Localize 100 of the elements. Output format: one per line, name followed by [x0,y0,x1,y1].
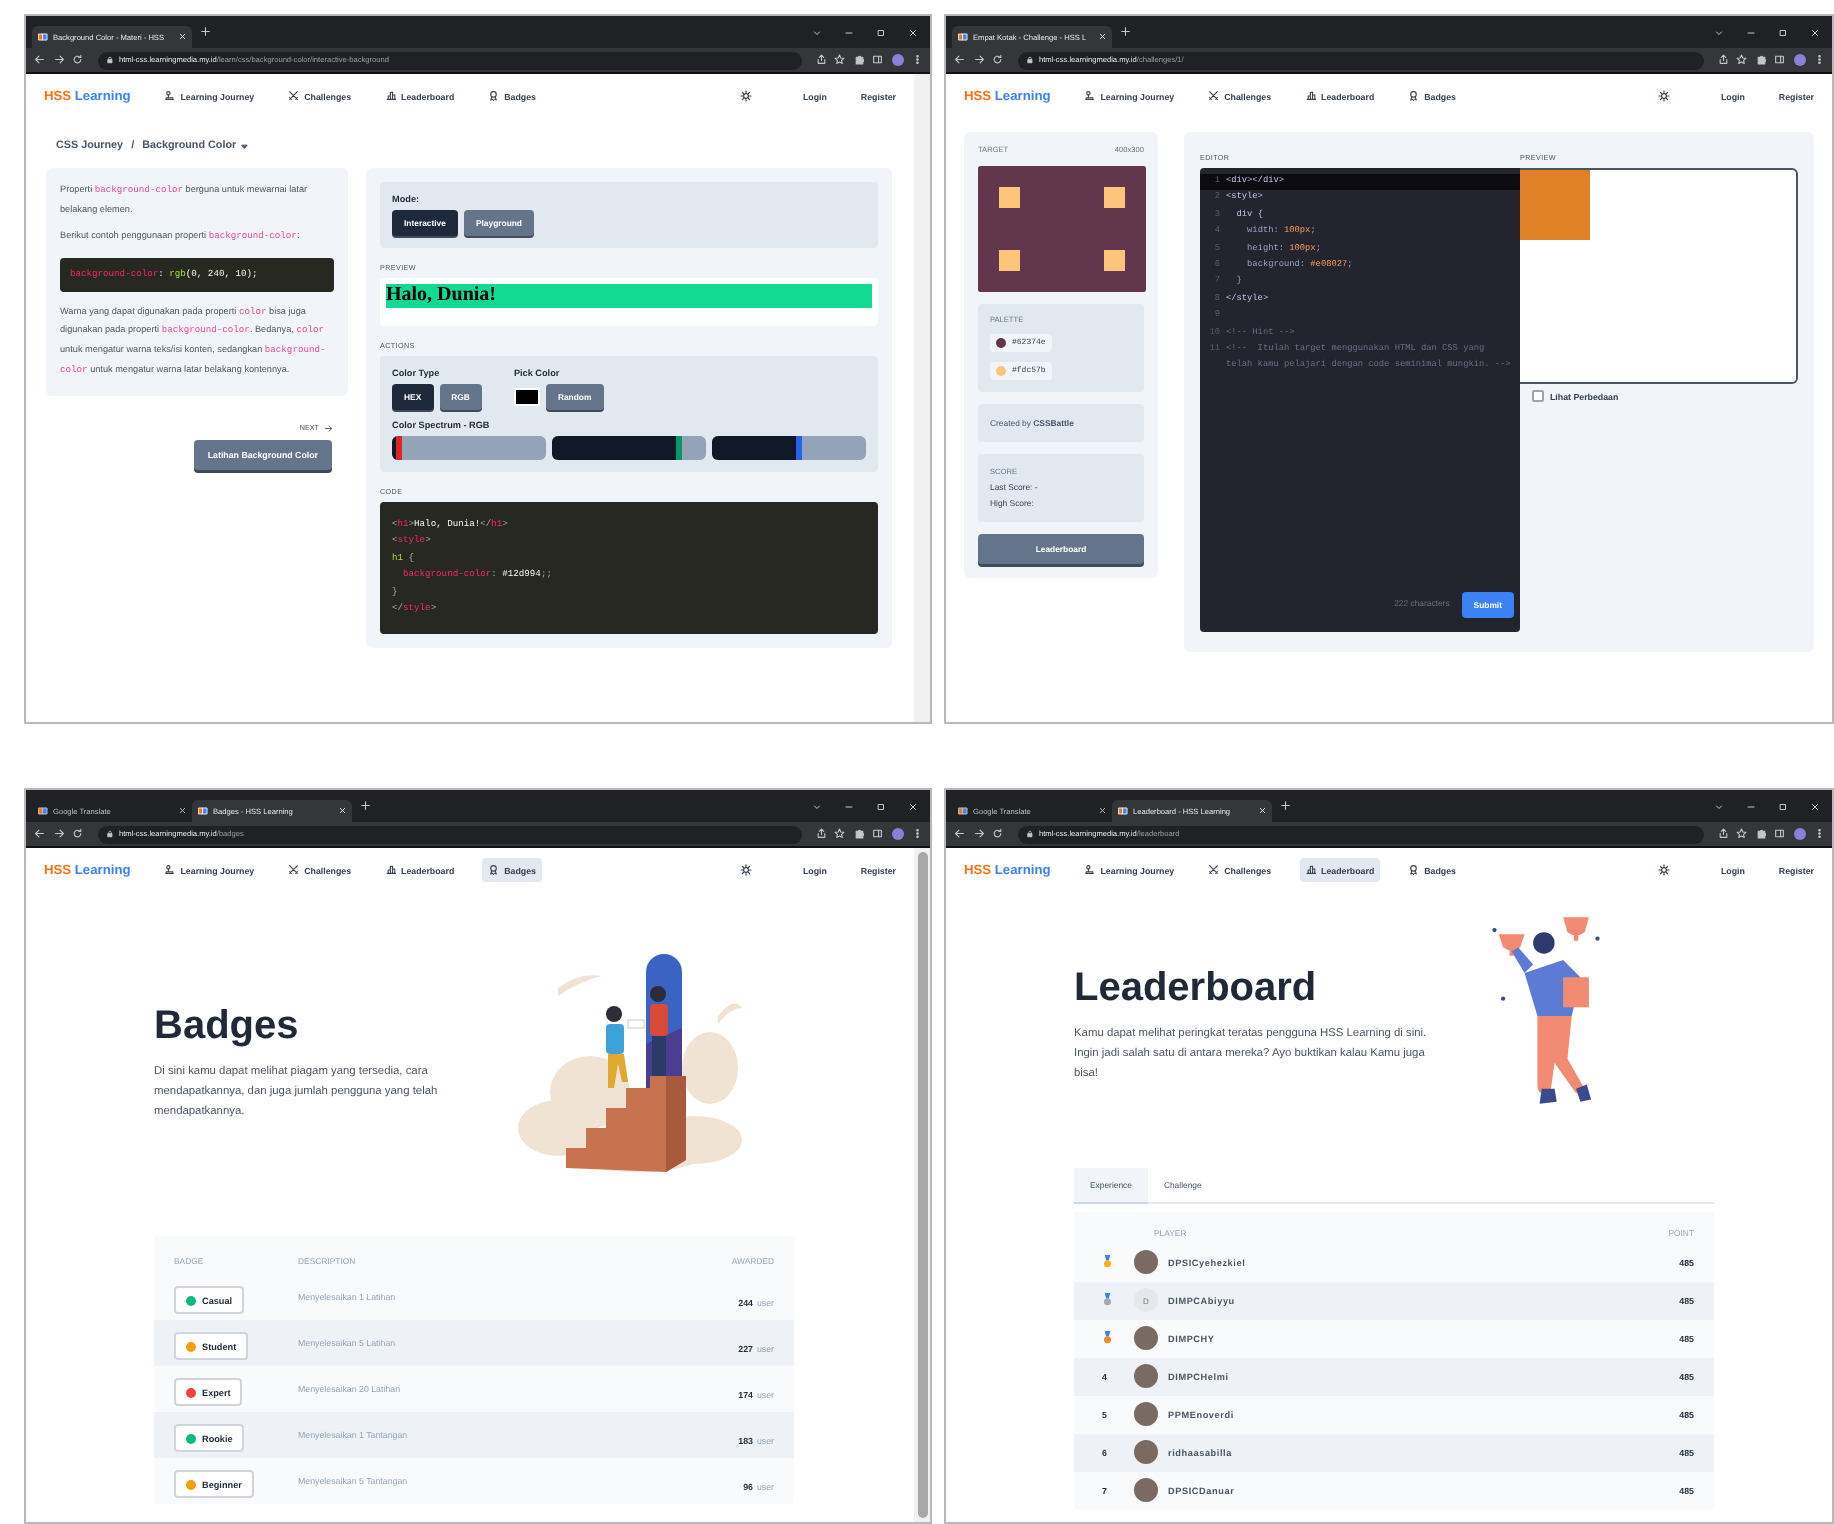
profile-avatar[interactable] [891,828,903,840]
close-icon[interactable] [1810,27,1820,37]
page-title: Badges [154,1002,301,1050]
crossed-swords-icon [288,90,300,102]
slider-thumb[interactable] [795,436,802,460]
slider-thumb[interactable] [676,436,683,460]
square-shape [1520,170,1590,240]
checkbox[interactable] [1532,390,1544,402]
close-icon[interactable] [1810,801,1820,811]
minimize-icon[interactable] [1746,801,1756,811]
scrollbar[interactable] [914,74,930,722]
profile-avatar[interactable] [891,54,903,66]
forward-icon[interactable] [973,828,984,840]
crossed-swords-icon [1208,90,1220,102]
menu-icon[interactable] [1813,828,1824,840]
menu-icon[interactable] [911,54,922,66]
favicon-icon [958,32,968,42]
sidebar-icon[interactable] [872,828,883,840]
sun-icon[interactable] [1658,864,1671,876]
star-icon[interactable] [1736,54,1747,66]
caret-icon [240,141,250,151]
star-icon[interactable] [834,828,845,840]
color-swatch[interactable] [513,388,540,406]
sun-icon[interactable] [740,864,753,876]
crossed-swords-icon [288,864,300,876]
star-icon[interactable] [834,54,845,66]
share-icon[interactable] [1717,828,1728,840]
lock-icon[interactable] [1025,830,1033,838]
close-tab-icon[interactable] [1097,806,1106,816]
sun-icon[interactable] [1658,90,1671,102]
avatar [1134,1478,1158,1502]
desk-person-icon [1084,864,1096,876]
puzzle-icon[interactable] [1755,54,1766,66]
avatar [1134,1250,1158,1274]
menu-icon[interactable] [1813,54,1824,66]
profile-avatar[interactable] [1793,828,1805,840]
medal-ribbon-icon [1408,864,1420,876]
page-title: Leaderboard [1074,964,1319,1012]
arrow-right-icon [323,424,332,434]
slider-track[interactable] [392,436,546,460]
new-tab-icon[interactable] [1280,800,1291,812]
bar-chart-icon [385,90,397,102]
chevron-down-icon[interactable] [1714,801,1724,811]
back-icon[interactable] [954,54,965,66]
avatar [1134,1402,1158,1426]
forward-icon[interactable] [53,54,64,66]
puzzle-icon[interactable] [853,828,864,840]
maximize-icon[interactable] [1778,801,1788,811]
back-icon[interactable] [954,828,965,840]
profile-avatar[interactable] [1793,54,1805,66]
puzzle-icon[interactable] [1755,828,1766,840]
share-icon[interactable] [1717,54,1728,66]
reload-icon[interactable] [72,54,83,66]
minimize-icon[interactable] [844,801,854,811]
sun-icon[interactable] [740,90,753,102]
close-tab-icon[interactable] [177,806,186,816]
back-icon[interactable] [34,828,45,840]
desk-person-icon [1084,90,1096,102]
minimize-icon[interactable] [844,27,854,37]
reload-icon[interactable] [72,828,83,840]
sidebar-icon[interactable] [1774,828,1785,840]
bar-chart-icon [385,864,397,876]
slider-thumb[interactable] [396,436,403,460]
share-icon[interactable] [815,828,826,840]
forward-icon[interactable] [53,828,64,840]
menu-icon[interactable] [911,828,922,840]
favicon-icon [1118,806,1128,816]
new-tab-icon[interactable] [1120,26,1131,38]
sidebar-icon[interactable] [1774,54,1785,66]
puzzle-icon[interactable] [853,54,864,66]
chevron-down-icon[interactable] [1714,27,1724,37]
bar-chart-icon [1305,90,1317,102]
forward-icon[interactable] [973,54,984,66]
star-icon[interactable] [1736,828,1747,840]
maximize-icon[interactable] [876,801,886,811]
reload-icon[interactable] [992,828,1003,840]
scrollbar[interactable] [914,848,930,1522]
slider-track[interactable] [552,436,706,460]
maximize-icon[interactable] [876,27,886,37]
lock-icon[interactable] [105,56,113,64]
back-icon[interactable] [34,54,45,66]
minimize-icon[interactable] [1746,27,1756,37]
slider-track[interactable] [712,436,867,460]
avatar [1134,1326,1158,1350]
avatar [1134,1364,1158,1388]
chevron-down-icon[interactable] [812,27,822,37]
share-icon[interactable] [815,54,826,66]
maximize-icon[interactable] [1778,27,1788,37]
lock-icon[interactable] [1025,56,1033,64]
lock-icon[interactable] [105,830,113,838]
desk-person-icon [164,90,176,102]
preview-heading: Halo, Dunia! [386,284,872,308]
favicon-icon [958,806,968,816]
chevron-down-icon[interactable] [812,801,822,811]
sidebar-icon[interactable] [872,54,883,66]
close-icon[interactable] [908,27,918,37]
reload-icon[interactable] [992,54,1003,66]
new-tab-icon[interactable] [200,26,211,38]
close-icon[interactable] [908,801,918,811]
new-tab-icon[interactable] [360,800,371,812]
